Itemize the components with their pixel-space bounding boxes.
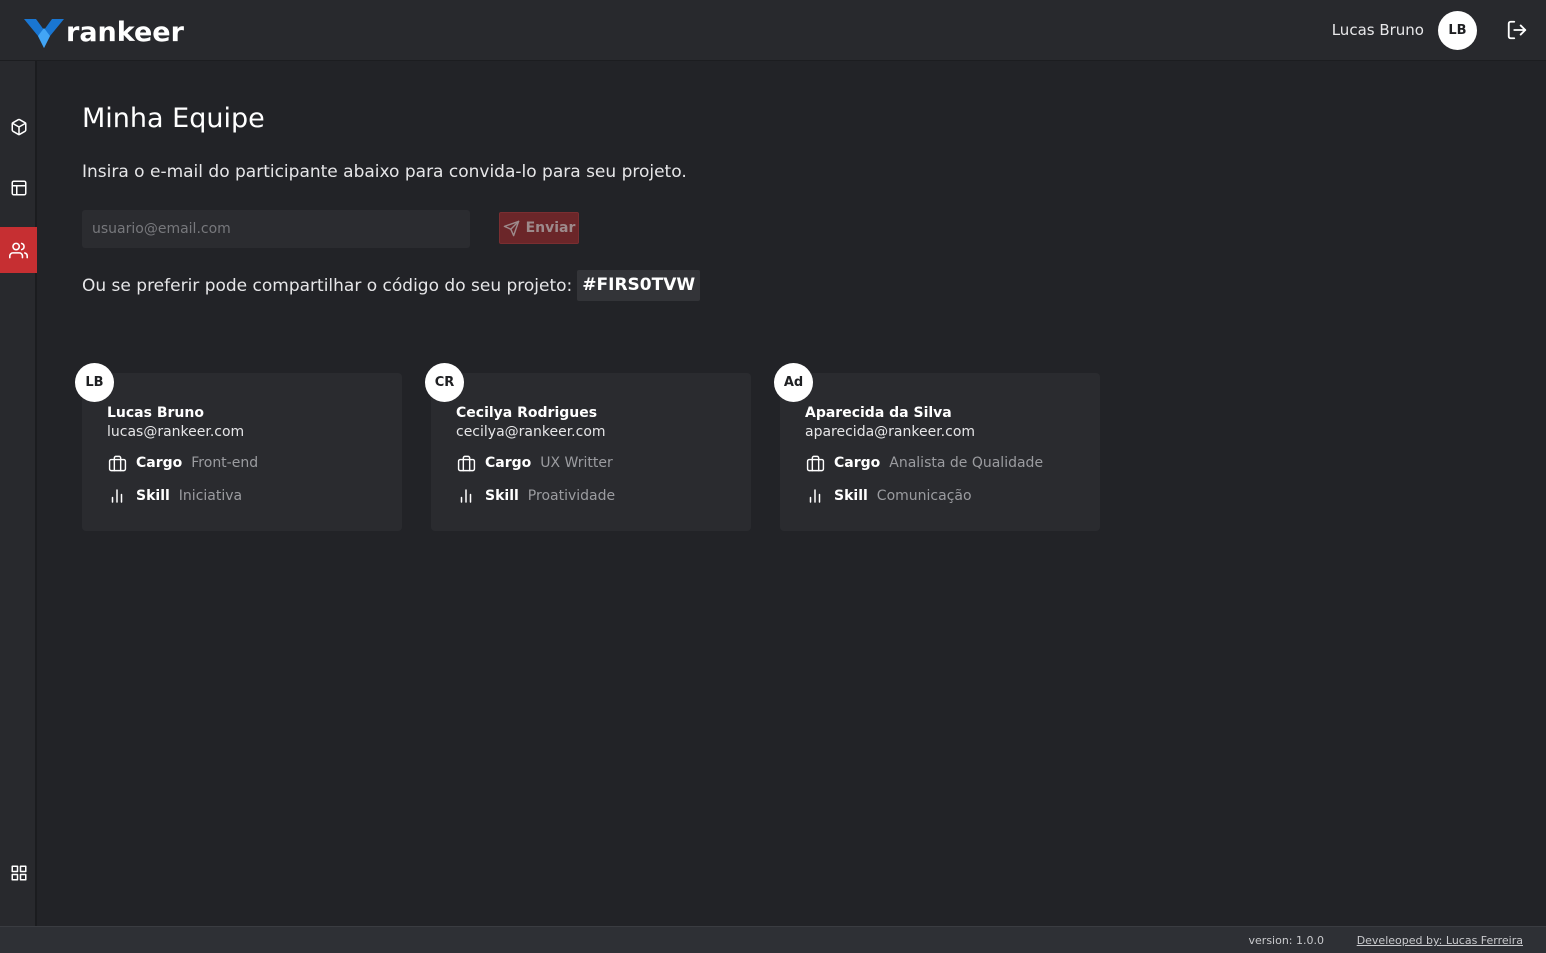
member-name: Aparecida da Silva [805,405,952,421]
logo[interactable]: rankeer [24,16,184,50]
member-email: cecilya@rankeer.com [456,424,606,440]
member-card: Cecilya Rodrigues cecilya@rankeer.com Ca… [431,373,751,531]
cargo-value: Front-end [191,455,259,471]
member-card: Lucas Bruno lucas@rankeer.com Cargo Fron… [82,373,402,531]
grid-icon [11,865,26,881]
skill-value: Proatividade [527,488,616,504]
user-name: Lucas Bruno [1331,21,1424,39]
logout-button[interactable] [1505,18,1529,42]
member-name: Cecilya Rodrigues [456,405,598,421]
bar-chart-icon [456,486,476,506]
skill-label: Skill [136,488,170,504]
logo-mark-icon [24,19,64,48]
users-icon [9,242,28,258]
logout-icon [1507,20,1527,40]
developer-link[interactable]: Develeoped by: Lucas Ferreira [1357,934,1523,947]
cargo-label: Cargo [136,455,183,471]
member-skill-row: Skill Iniciativa [107,486,242,506]
briefcase-icon [107,453,127,473]
send-button-label: Enviar [525,220,576,236]
skill-value: Comunicação [876,488,972,504]
sidebar [0,61,37,926]
cargo-value: Analista de Qualidade [889,455,1044,471]
sidebar-item-apps[interactable] [0,850,37,896]
logo-text: rankeer [66,17,184,48]
footer: version: 1.0.0 Develeoped by: Lucas Ferr… [0,926,1546,953]
skill-value: Iniciativa [178,488,243,504]
member-avatar: CR [425,363,464,402]
top-header: rankeer Lucas Bruno LB [0,0,1546,61]
member-cargo-row: Cargo Front-end [107,453,258,473]
member-skill-row: Skill Comunicação [805,486,972,506]
share-text: Ou se preferir pode compartilhar o códig… [82,275,573,296]
bar-chart-icon [107,486,127,506]
skill-label: Skill [485,488,519,504]
sidebar-item-products[interactable] [0,104,37,150]
send-button[interactable]: Enviar [499,212,579,244]
email-field[interactable] [82,210,470,248]
cargo-label: Cargo [834,455,881,471]
member-skill-row: Skill Proatividade [456,486,615,506]
member-cargo-row: Cargo Analista de Qualidade [805,453,1043,473]
briefcase-icon [805,453,825,473]
member-name: Lucas Bruno [107,405,204,421]
page-description: Insira o e-mail do participante abaixo p… [82,162,687,182]
skill-label: Skill [834,488,868,504]
send-icon [503,220,519,236]
member-avatar: Ad [774,363,813,402]
user-avatar[interactable]: LB [1438,11,1477,50]
layout-icon [11,180,26,196]
member-avatar: LB [75,363,114,402]
cargo-value: UX Writter [540,455,613,471]
project-code[interactable]: #FIRS0TVW [577,270,701,301]
sidebar-item-team[interactable] [0,227,37,273]
page-title: Minha Equipe [82,103,265,134]
briefcase-icon [456,453,476,473]
cargo-label: Cargo [485,455,532,471]
share-code-row: Ou se preferir pode compartilhar o códig… [82,270,701,301]
member-cargo-row: Cargo UX Writter [456,453,613,473]
cube-icon [11,118,26,136]
version-label: version: 1.0.0 [1248,934,1324,947]
bar-chart-icon [805,486,825,506]
sidebar-item-board[interactable] [0,165,37,211]
member-email: lucas@rankeer.com [107,424,245,440]
member-email: aparecida@rankeer.com [805,424,976,440]
member-card: Aparecida da Silva aparecida@rankeer.com… [780,373,1100,531]
